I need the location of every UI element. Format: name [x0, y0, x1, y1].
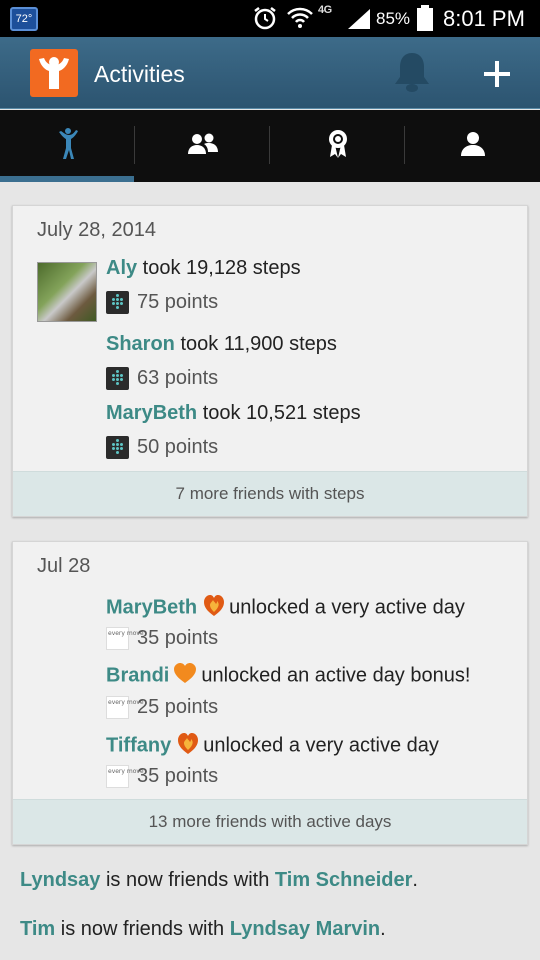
- points-value: 75 points: [137, 291, 219, 313]
- more-friends-button[interactable]: 13 more friends with active days: [13, 799, 527, 844]
- activity-text: took 19,128 steps: [137, 257, 301, 279]
- list-item[interactable]: Sharon took 11,900 steps 63 points: [106, 333, 337, 391]
- people-icon: [187, 132, 219, 161]
- page-title: Activities: [94, 61, 185, 87]
- more-friends-button[interactable]: 7 more friends with steps: [13, 471, 527, 516]
- alarm-icon: [252, 5, 278, 36]
- friend-feed-item: Tim is now friends with Lyndsay Marvin.: [20, 918, 386, 941]
- friend-feed-item: Lyndsay is now friends with Tim Schneide…: [20, 869, 418, 892]
- bell-icon[interactable]: [392, 51, 432, 100]
- entry-text: Aly took 19,128 steps: [106, 257, 301, 280]
- friend-name[interactable]: Lyndsay Marvin: [230, 918, 380, 940]
- network-type: 4G: [318, 4, 332, 16]
- friend-name[interactable]: Tim: [20, 918, 55, 940]
- app-bar: Activities: [0, 37, 540, 109]
- steps-card: July 28, 2014 Aly took 19,128 steps 75 p…: [12, 205, 528, 517]
- entry-text: MaryBeth unlocked a very active day: [106, 593, 465, 623]
- list-item[interactable]: MaryBeth took 10,521 steps 50 points: [106, 402, 361, 460]
- friend-name[interactable]: Aly: [106, 257, 137, 279]
- activity-text: took 10,521 steps: [197, 402, 361, 424]
- battery-percent: 85%: [376, 9, 411, 28]
- friend-name[interactable]: Tim Schneider: [275, 869, 412, 891]
- activity-text: took 11,900 steps: [174, 333, 337, 355]
- friend-name[interactable]: Sharon: [106, 333, 175, 355]
- friend-name[interactable]: MaryBeth: [106, 596, 197, 618]
- feed-text: is now friends with: [55, 918, 230, 940]
- activity-text: unlocked a very active day: [203, 734, 439, 757]
- entry-text: Sharon took 11,900 steps: [106, 333, 337, 356]
- points-value: 35 points: [137, 627, 219, 649]
- status-bar: 72° 4G 85% 8:01 PM: [0, 0, 540, 37]
- clock: 8:01 PM: [443, 6, 525, 31]
- fitbit-icon: [106, 291, 129, 315]
- points-value: 25 points: [137, 696, 219, 718]
- card-date: July 28, 2014: [37, 219, 156, 241]
- points: 63 points: [106, 367, 219, 391]
- feed-end: .: [380, 918, 386, 940]
- points-value: 35 points: [137, 765, 219, 787]
- points: every move35 points: [106, 765, 219, 789]
- flame-heart-icon: [203, 593, 225, 623]
- everymove-icon: every move: [106, 696, 144, 720]
- feed-end: .: [412, 869, 418, 891]
- points-value: 63 points: [137, 367, 219, 389]
- points: 50 points: [106, 436, 219, 460]
- person-icon: [460, 131, 486, 162]
- battery-icon: [416, 5, 434, 37]
- points: 75 points: [106, 291, 219, 315]
- flame-heart-icon: [177, 731, 199, 761]
- friend-name[interactable]: Brandi: [106, 664, 169, 686]
- tab-profile[interactable]: [405, 110, 540, 182]
- entry-text: Tiffany unlocked a very active day: [106, 731, 439, 761]
- plus-icon[interactable]: [480, 57, 514, 96]
- fitbit-icon: [106, 367, 129, 391]
- points-value: 50 points: [137, 436, 219, 458]
- entry-text: Brandi unlocked an active day bonus!: [106, 662, 470, 690]
- points: every move35 points: [106, 627, 219, 651]
- tab-activity[interactable]: [0, 110, 135, 182]
- friend-name[interactable]: Tiffany: [106, 734, 171, 756]
- everymove-icon: every move: [106, 627, 144, 651]
- tab-achievements[interactable]: [270, 110, 405, 182]
- list-item[interactable]: Aly took 19,128 steps 75 points: [106, 257, 301, 315]
- list-item[interactable]: Tiffany unlocked a very active day every …: [106, 731, 439, 789]
- points: every move25 points: [106, 696, 219, 720]
- friend-name[interactable]: Lyndsay: [20, 869, 100, 891]
- feed-text: is now friends with: [100, 869, 275, 891]
- activity-text: unlocked a very active day: [229, 596, 465, 619]
- weather-temp-badge: 72°: [10, 7, 38, 31]
- everymove-icon: every move: [106, 765, 144, 789]
- activity-text: unlocked an active day bonus!: [201, 664, 471, 687]
- friend-name[interactable]: MaryBeth: [106, 402, 197, 424]
- card-date: Jul 28: [37, 555, 91, 577]
- tab-friends[interactable]: [135, 110, 270, 182]
- app-logo-icon[interactable]: [30, 49, 78, 97]
- fitbit-icon: [106, 436, 129, 460]
- entry-text: MaryBeth took 10,521 steps: [106, 402, 361, 425]
- tab-bar: [0, 110, 540, 182]
- signal-icon: [346, 8, 372, 35]
- orange-heart-icon: [173, 662, 197, 690]
- list-item[interactable]: MaryBeth unlocked a very active day every…: [106, 593, 465, 651]
- runner-icon: [56, 127, 80, 166]
- list-item[interactable]: Brandi unlocked an active day bonus! ever…: [106, 662, 470, 720]
- active-days-card: Jul 28 MaryBeth unlocked a very active da…: [12, 541, 528, 845]
- award-ribbon-icon: [327, 129, 349, 164]
- avatar[interactable]: [37, 262, 97, 322]
- wifi-icon: [286, 5, 314, 36]
